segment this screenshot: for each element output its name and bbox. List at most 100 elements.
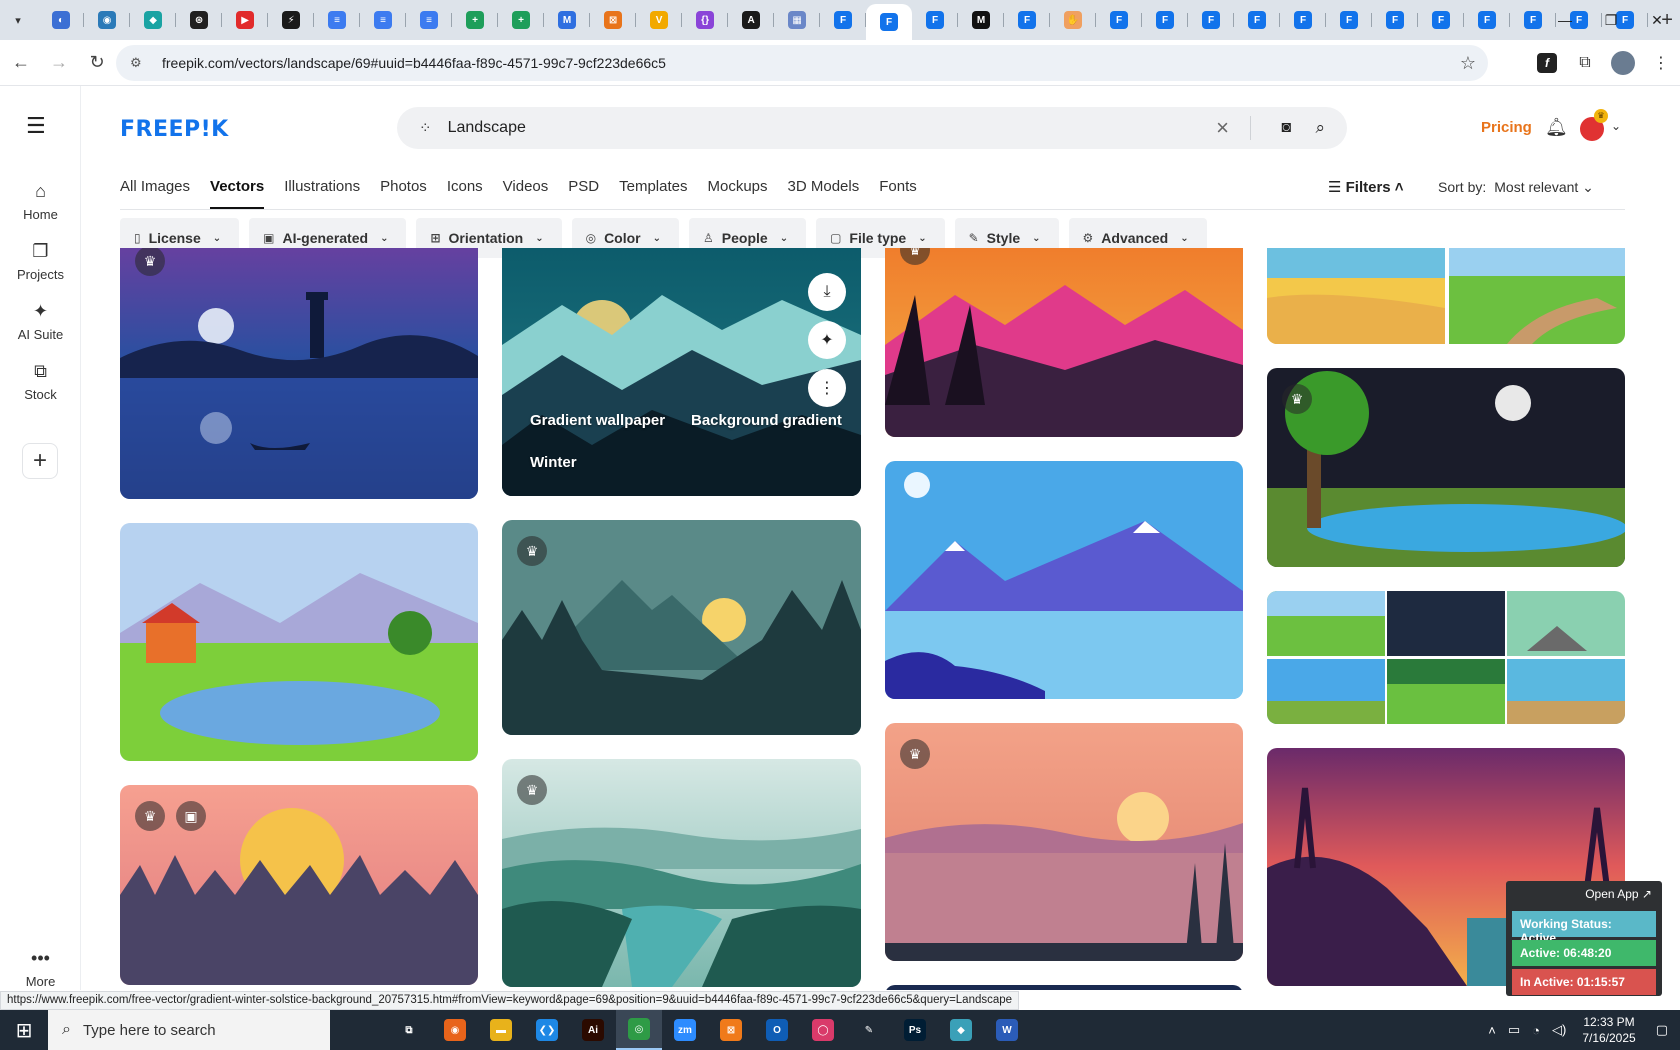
tab-templates[interactable]: Templates	[619, 178, 687, 209]
extensions-puzzle-icon[interactable]: ⧉	[1566, 44, 1604, 82]
result-card-night-partial[interactable]	[885, 985, 1243, 990]
tab-vectors[interactable]: Vectors	[210, 178, 265, 209]
extension-f-button[interactable]: f	[1528, 44, 1566, 82]
close-window-icon[interactable]: ✕	[1634, 0, 1680, 40]
browser-tab[interactable]: ◐	[38, 4, 85, 36]
browser-tab[interactable]: F	[1464, 4, 1511, 36]
browser-tab[interactable]: +	[498, 4, 545, 36]
browser-tab[interactable]: F	[1096, 4, 1143, 36]
taskbar-app[interactable]: ⊠	[708, 1010, 754, 1050]
network-icon[interactable]: ▭	[1508, 1022, 1520, 1038]
rail-item-home[interactable]: ⌂ Home	[0, 181, 81, 222]
result-card-blue-mountains-lake[interactable]	[885, 461, 1243, 699]
volume-icon[interactable]: ◁)	[1552, 1022, 1566, 1038]
browser-tab[interactable]: F	[866, 4, 913, 40]
tray-chevron-icon[interactable]: ˄	[1488, 1023, 1496, 1038]
taskbar-search-box[interactable]: ⌕ Type here to search	[48, 1010, 330, 1050]
tab-photos[interactable]: Photos	[380, 178, 427, 209]
taskbar-app[interactable]: O	[754, 1010, 800, 1050]
browser-tab[interactable]: V	[636, 4, 683, 36]
browser-tab[interactable]: {}	[682, 4, 729, 36]
browser-tab[interactable]: ≡	[314, 4, 361, 36]
taskbar-app[interactable]: ◎	[616, 1010, 662, 1050]
taskbar-app[interactable]: zm	[662, 1010, 708, 1050]
tag-winter[interactable]: Winter	[530, 454, 577, 471]
minimize-icon[interactable]: —	[1542, 0, 1588, 40]
search-type-grid-icon[interactable]: ⁘	[419, 119, 432, 137]
result-card-scene-collection[interactable]	[1267, 591, 1625, 724]
wifi-icon[interactable]: ◔	[1532, 1023, 1540, 1038]
notifications-bell-icon[interactable]: 🔔︎	[1545, 117, 1568, 138]
tab-all-images[interactable]: All Images	[120, 178, 190, 209]
browser-tab[interactable]: ▶	[222, 4, 269, 36]
browser-tab[interactable]: ⚡	[268, 4, 315, 36]
bookmark-star-icon[interactable]: ☆	[1460, 53, 1476, 74]
taskbar-app[interactable]: ⧉	[386, 1010, 432, 1050]
browser-tab[interactable]: F	[1326, 4, 1373, 36]
result-card-pink-sunset-peaks[interactable]: ♛	[885, 248, 1243, 437]
freepik-logo[interactable]: FREEP!K	[120, 117, 229, 142]
taskbar-app[interactable]: ◯	[800, 1010, 846, 1050]
tab-videos[interactable]: Videos	[503, 178, 549, 209]
browser-tab[interactable]: M	[544, 4, 591, 36]
browser-tab[interactable]: A	[728, 4, 775, 36]
tab-search-chevron-icon[interactable]: ▾	[6, 7, 30, 33]
browser-tab[interactable]: F	[1188, 4, 1235, 36]
browser-tab[interactable]: F	[1004, 4, 1051, 36]
browser-tab[interactable]: ◉	[84, 4, 131, 36]
browser-tab[interactable]: F	[1372, 4, 1419, 36]
browser-tab[interactable]: F	[1280, 4, 1327, 36]
windows-start-icon[interactable]: ⊞	[0, 1010, 48, 1050]
back-arrow-icon[interactable]: ←	[4, 46, 38, 80]
taskbar-clock[interactable]: 12:33 PM 7/16/2025	[1582, 1014, 1635, 1046]
restore-icon[interactable]: ❐	[1588, 0, 1634, 40]
tag-gradient-wallpaper[interactable]: Gradient wallpaper	[530, 412, 665, 429]
site-info-icon[interactable]: ⚙	[130, 55, 150, 71]
sort-dropdown[interactable]: Sort by: Most relevant ⌄	[1438, 179, 1594, 196]
pricing-link[interactable]: Pricing	[1481, 119, 1532, 136]
browser-tab[interactable]: ≡	[360, 4, 407, 36]
tab-icons[interactable]: Icons	[447, 178, 483, 209]
taskbar-app[interactable]: ❮❯	[524, 1010, 570, 1050]
filters-toggle[interactable]: ☰ Filters ˄	[1328, 178, 1404, 196]
browser-tab[interactable]: ▦	[774, 4, 821, 36]
open-app-link[interactable]: Open App ↗	[1585, 887, 1652, 901]
hamburger-menu-icon[interactable]: ☰	[26, 115, 54, 137]
taskbar-app[interactable]: ◆	[938, 1010, 984, 1050]
search-icon[interactable]: ⌕	[1315, 118, 1325, 138]
clear-search-icon[interactable]: ×	[1216, 115, 1229, 141]
taskbar-app[interactable]: Ps	[892, 1010, 938, 1050]
result-card-green-valley[interactable]: ♛	[502, 759, 861, 987]
result-card-tree-night-pond[interactable]: ♛	[1267, 368, 1625, 567]
browser-tab[interactable]: ◆	[130, 4, 177, 36]
tab-mockups[interactable]: Mockups	[707, 178, 767, 209]
result-card-teal-mountains[interactable]: ♛	[502, 520, 861, 735]
forward-arrow-icon[interactable]: →	[42, 46, 76, 80]
user-avatar[interactable]: ♛	[1580, 109, 1608, 141]
browser-tab[interactable]: ✋	[1050, 4, 1097, 36]
browser-tab[interactable]: F	[912, 4, 959, 36]
result-card-sunset-forest[interactable]: ♛ ▣	[120, 785, 478, 985]
browser-tab[interactable]: +	[452, 4, 499, 36]
result-card-gradient-winter[interactable]: ⤓ ✦ ⋮ Gradient wallpaper Background grad…	[502, 248, 861, 496]
taskbar-app[interactable]: ✎	[846, 1010, 892, 1050]
browser-tab[interactable]: ≡	[406, 4, 453, 36]
account-chevron-icon[interactable]: ⌄	[1611, 119, 1621, 133]
address-bar[interactable]: ⚙ freepik.com/vectors/landscape/69#uuid=…	[116, 45, 1488, 81]
ai-edit-sparkle-icon[interactable]: ✦	[808, 321, 846, 359]
result-card-farm-pond[interactable]	[120, 523, 478, 761]
browser-tab[interactable]: F	[1418, 4, 1465, 36]
taskbar-app[interactable]: ◉	[432, 1010, 478, 1050]
search-input[interactable]: Landscape	[448, 119, 526, 137]
tab-3d-models[interactable]: 3D Models	[788, 178, 860, 209]
camera-search-icon[interactable]: ◙	[1281, 119, 1291, 137]
card-more-options-icon[interactable]: ⋮	[808, 369, 846, 407]
taskbar-app[interactable]: ▬	[478, 1010, 524, 1050]
tab-illustrations[interactable]: Illustrations	[284, 178, 360, 209]
browser-tab[interactable]: F	[1142, 4, 1189, 36]
result-card-misty-lake-sunset[interactable]: ♛	[885, 723, 1243, 961]
tag-background-gradient[interactable]: Background gradient	[691, 412, 842, 429]
notifications-icon[interactable]: ▢	[1656, 1022, 1668, 1038]
result-card-beach-and-path[interactable]	[1267, 248, 1625, 344]
browser-tab[interactable]: M	[958, 4, 1005, 36]
